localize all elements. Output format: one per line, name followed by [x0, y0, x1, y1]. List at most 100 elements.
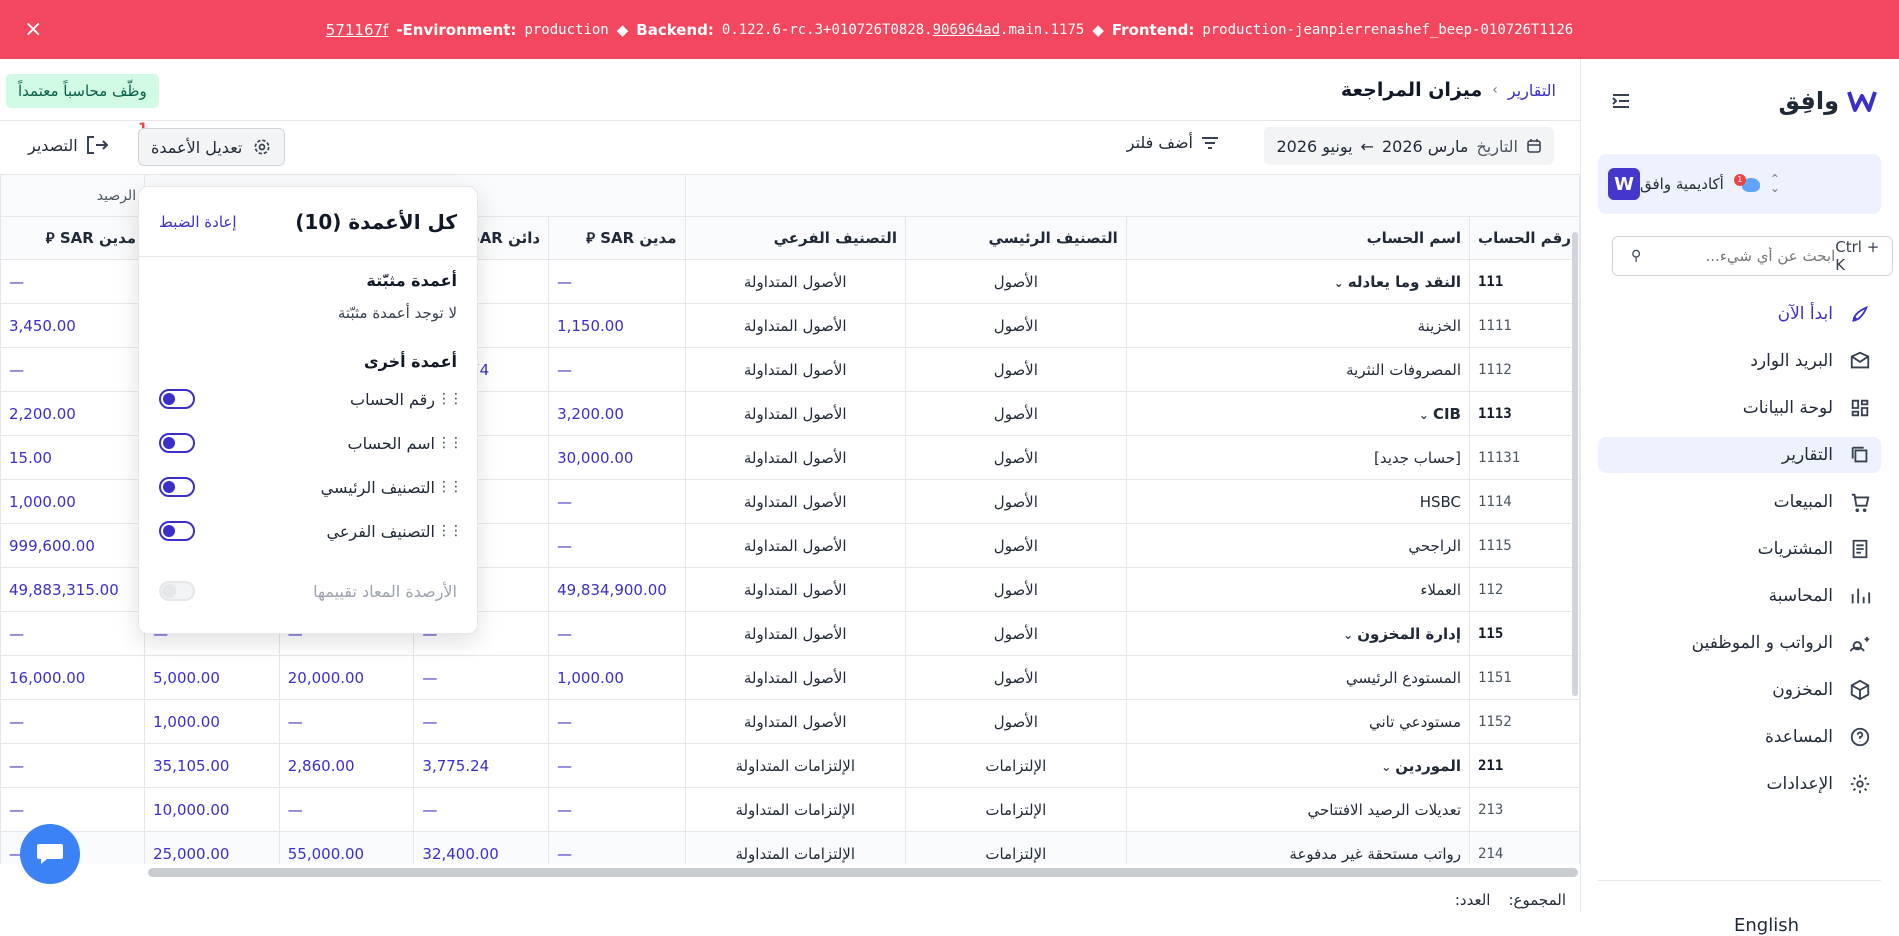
hire-accountant-button[interactable]: وظّف محاسباً معتمداً — [6, 74, 159, 108]
chat-support-button[interactable] — [20, 824, 80, 884]
vertical-scrollbar[interactable] — [1572, 232, 1578, 696]
cell-main-class: الأصول — [904, 435, 1127, 480]
search-shortcut: Ctrl + K — [1835, 238, 1880, 274]
header-sub-class[interactable]: التصنيف الفرعي — [684, 216, 906, 260]
banner-sep: ◆ — [616, 20, 629, 39]
table-row[interactable]: 1152 مستودعي تاني الأصول الأصول المتداولة — —… — [0, 699, 1580, 744]
header-opening-debit[interactable]: مدين SAR ⃁ — [548, 216, 686, 260]
add-filter-button[interactable]: أضف فلتر — [1127, 133, 1219, 152]
cell-opening-debit: — — [548, 611, 686, 656]
date-range-filter[interactable]: التاريخ مارس 2026 ← يونيو 2026 — [1264, 127, 1554, 165]
sidebar-divider — [1598, 880, 1881, 881]
drag-handle-icon[interactable]: ⋮⋮ — [437, 435, 463, 451]
inbox-icon — [1850, 351, 1870, 369]
cell-sub-class: الأصول المتداولة — [684, 259, 906, 304]
cell-main-class: الأصول — [904, 479, 1127, 524]
cell-account-code: 211 — [1469, 743, 1580, 788]
sidebar-item-sales[interactable]: المبيعات — [1598, 484, 1881, 520]
column-toggle-code[interactable] — [159, 389, 195, 409]
banner-env-value: production — [524, 21, 609, 38]
cell-account-code: 115 — [1469, 611, 1580, 656]
cell-account-code: 1111 — [1469, 303, 1580, 348]
close-banner-icon[interactable]: × — [24, 17, 42, 42]
cell-account-name: رواتب مستحقة غير مدفوعة — [1125, 831, 1471, 864]
horizontal-scrollbar[interactable] — [148, 868, 1578, 877]
breadcrumb-reports[interactable]: التقارير — [1508, 81, 1556, 100]
cell-account-name: الراجحي — [1125, 523, 1471, 568]
cell-col-8: 25,000.00 — [144, 831, 280, 864]
cell-account-code: 214 — [1469, 831, 1580, 864]
table-row[interactable]: 214 رواتب مستحقة غير مدفوعة الإلتزامات الإل… — [0, 831, 1580, 864]
sidebar-item-purchases[interactable]: المشتريات — [1598, 531, 1881, 567]
sidebar-item-dashboard[interactable]: لوحة البيانات — [1598, 390, 1881, 426]
sidebar-collapse-icon[interactable] — [1609, 89, 1633, 113]
footer-count: العدد: — [1454, 890, 1491, 909]
brand-logo[interactable]: وافِق — [1779, 87, 1878, 115]
cell-main-class: الأصول — [904, 699, 1127, 744]
chevron-down-icon[interactable]: ⌄ — [1334, 276, 1344, 290]
cell-closing-debit: 999,600.00 — [0, 523, 146, 568]
organization-switcher[interactable]: W أكاديمية وافق 1 ⌃ ⌄ — [1598, 154, 1881, 214]
table-row[interactable]: 1151 المستودع الرئيسي الأصول الأصول المتداو… — [0, 655, 1580, 700]
header-account-code[interactable]: رقم الحساب — [1469, 216, 1580, 260]
chevron-down-icon[interactable]: ⌄ — [1419, 408, 1429, 422]
drag-handle-icon[interactable]: ⋮⋮ — [437, 523, 463, 539]
banner-backend-hash[interactable]: 906964ad — [933, 22, 1000, 38]
search-icon: ⚲ — [1631, 248, 1642, 264]
chevron-updown-icon: ⌃ ⌄ — [1769, 172, 1780, 195]
chevron-down-icon[interactable]: ⌄ — [1343, 628, 1353, 642]
cell-opening-debit: — — [548, 523, 686, 568]
sidebar-item-get-started[interactable]: ابدأ الآن — [1598, 296, 1881, 332]
language-switch[interactable]: English — [1734, 915, 1799, 936]
date-label: التاريخ — [1476, 136, 1518, 156]
sidebar-item-reports[interactable]: التقارير — [1598, 437, 1881, 473]
cell-col-8: 1,000.00 — [144, 699, 280, 744]
cell-account-name: الخزينة — [1125, 303, 1471, 348]
drag-handle-icon[interactable]: ⋮⋮ — [437, 479, 463, 495]
header-closing-debit[interactable]: مدين SAR ⃁ — [0, 216, 146, 260]
drag-handle-icon[interactable]: ⋮⋮ — [437, 391, 463, 407]
sidebar-item-inbox[interactable]: البريد الوارد — [1598, 343, 1881, 379]
box-icon — [1850, 679, 1870, 701]
popover-title: كل الأعمدة (10) — [295, 209, 457, 234]
search-input[interactable] — [1641, 247, 1836, 265]
column-toggle-sub-class[interactable] — [159, 521, 195, 541]
edit-columns-button[interactable]: تعديل الأعمدة — [138, 128, 286, 166]
header-account-name[interactable]: اسم الحساب — [1125, 216, 1471, 260]
cell-col-7: — — [278, 787, 415, 832]
column-toggle-main-class[interactable] — [159, 477, 195, 497]
cell-sub-class: الأصول المتداولة — [684, 523, 906, 568]
banner-link-id[interactable]: 571167f — [326, 21, 389, 39]
chat-icon — [37, 844, 63, 864]
cell-account-name: مستودعي تاني — [1125, 699, 1471, 744]
group-header-closing: الرصيد — [0, 174, 146, 217]
sidebar-item-accounting[interactable]: المحاسبة — [1598, 578, 1881, 614]
cell-col-7: — — [278, 699, 415, 744]
banner-env-label: -Environment: — [396, 20, 517, 39]
cell-closing-debit: — — [0, 699, 146, 744]
banner-frontend-value: production-jeanpierrenashef_beep-010726T… — [1202, 21, 1574, 38]
sidebar-item-payroll[interactable]: الرواتب و الموظفين — [1598, 625, 1881, 661]
global-search[interactable]: ⚲ Ctrl + K — [1612, 236, 1893, 276]
table-row[interactable]: 211 الموردين⌄ الإلتزامات الإلتزامات المتداو… — [0, 743, 1580, 788]
reset-columns-button[interactable]: إعادة الضبط — [159, 213, 237, 231]
sidebar-item-help[interactable]: المساعدة — [1598, 719, 1881, 755]
table-row[interactable]: 213 تعديلات الرصيد الافتتاحي الإلتزامات الإ… — [0, 787, 1580, 832]
org-logo-icon: W — [1608, 168, 1640, 200]
cell-account-name: المصروفات النثرية — [1125, 347, 1471, 392]
cell-closing-debit: 15.00 — [0, 435, 146, 480]
header-main-class[interactable]: التصنيف الرئيسي — [904, 216, 1127, 260]
chevron-down-icon[interactable]: ⌄ — [1381, 760, 1391, 774]
banner-sep-2: ◆ — [1092, 20, 1104, 39]
cell-opening-credit: 32,400.00 — [413, 831, 550, 864]
column-toggle-name[interactable] — [159, 433, 195, 453]
sidebar-item-inventory[interactable]: المخزون — [1598, 672, 1881, 708]
export-button[interactable]: التصدير — [28, 135, 108, 155]
sidebar-item-settings[interactable]: الإعدادات — [1598, 766, 1881, 802]
dashboard-icon — [1851, 399, 1869, 417]
cell-account-code: 1151 — [1469, 655, 1580, 700]
cell-main-class: الأصول — [904, 655, 1127, 700]
environment-banner: × 571167f -Environment: production ◆ Back… — [0, 0, 1899, 59]
purchases-icon — [1852, 539, 1868, 559]
org-notification-icon[interactable]: 1 — [1733, 174, 1760, 194]
